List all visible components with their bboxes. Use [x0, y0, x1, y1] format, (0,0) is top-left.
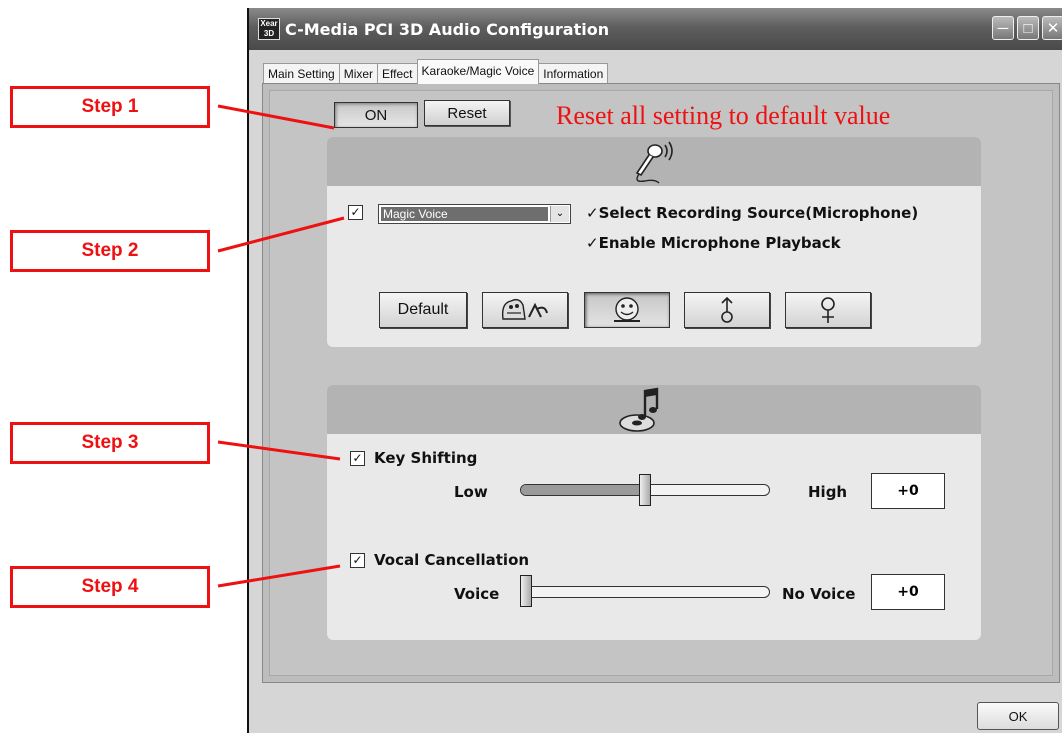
key-shifting-checkbox[interactable]: ✓	[350, 451, 365, 466]
tab-strip: Main Setting Mixer Effect Karaoke/Magic …	[263, 59, 609, 84]
tab-effect[interactable]: Effect	[377, 63, 418, 84]
step-1-callout: Step 1	[10, 86, 210, 128]
step-4-label: Step 4	[81, 576, 139, 597]
vocal-cancellation-high-label: No Voice	[782, 585, 856, 603]
reset-note: Reset all setting to default value	[556, 101, 891, 130]
vocal-cancellation-track[interactable]	[520, 586, 770, 598]
magic-voice-checkbox[interactable]: ✓	[348, 205, 363, 220]
maximize-icon: □	[1023, 19, 1033, 37]
step-1-label: Step 1	[81, 96, 139, 117]
key-shifting-slider-thumb[interactable]	[639, 474, 651, 506]
voice-panel-header	[327, 137, 981, 186]
key-shifting-low-label: Low	[454, 483, 488, 501]
vocal-cancellation-label: Vocal Cancellation	[374, 551, 530, 569]
vocal-cancellation-slider-thumb[interactable]	[520, 575, 532, 607]
enable-mic-playback-note: ✓Enable Microphone Playback	[586, 234, 841, 252]
vocal-cancellation-value: +0	[871, 574, 945, 610]
vocal-cancellation-checkbox[interactable]: ✓	[350, 553, 365, 568]
voice-effect-selected: Magic Voice	[381, 207, 548, 221]
close-icon: ✕	[1046, 20, 1060, 37]
vocal-cancellation-low-label: Voice	[454, 585, 500, 603]
maximize-button[interactable]: □	[1017, 16, 1039, 40]
tab-information[interactable]: Information	[538, 63, 609, 84]
monster-voice-button[interactable]	[482, 292, 568, 328]
music-panel-header	[327, 385, 981, 434]
cartoon-voice-icon	[614, 297, 640, 322]
tab-main-setting[interactable]: Main Setting	[263, 63, 340, 84]
step-2-callout: Step 2	[10, 230, 210, 272]
key-shifting-high-label: High	[808, 483, 848, 501]
minimize-button[interactable]: ─	[992, 16, 1014, 40]
music-disc-icon	[619, 387, 659, 432]
female-voice-icon	[821, 297, 835, 323]
key-shifting-value: +0	[871, 473, 945, 509]
close-button[interactable]: ✕	[1042, 16, 1062, 40]
chevron-down-icon[interactable]: ⌄	[550, 206, 569, 222]
window-controls: ─ □ ✕	[992, 16, 1062, 40]
female-voice-button[interactable]	[785, 292, 871, 328]
key-shifting-fill	[521, 485, 646, 495]
cartoon-voice-button[interactable]	[584, 292, 670, 328]
microphone-icon	[635, 141, 673, 184]
tab-mixer[interactable]: Mixer	[338, 63, 379, 84]
male-voice-icon	[721, 296, 733, 323]
tab-karaoke-magic-voice[interactable]: Karaoke/Magic Voice	[416, 59, 540, 84]
window-title: C-Media PCI 3D Audio Configuration	[285, 19, 610, 39]
ok-button[interactable]: OK	[977, 702, 1059, 730]
step-2-label: Step 2	[81, 240, 139, 261]
step-4-callout: Step 4	[10, 566, 210, 608]
monster-voice-icon	[501, 298, 548, 320]
reset-button[interactable]: Reset	[424, 100, 510, 126]
step-3-callout: Step 3	[10, 422, 210, 464]
on-button[interactable]: ON	[334, 102, 418, 128]
step-3-label: Step 3	[81, 432, 139, 453]
title-bar[interactable]: Xear 3D C-Media PCI 3D Audio Configurati…	[249, 8, 1062, 50]
select-recording-source-note: ✓Select Recording Source(Microphone)	[586, 204, 919, 222]
minimize-icon: ─	[997, 19, 1009, 37]
male-voice-button[interactable]	[684, 292, 770, 328]
xear-3d-app-icon: Xear 3D	[258, 18, 280, 40]
voice-effect-select[interactable]: Magic Voice ⌄	[378, 204, 571, 224]
default-voice-button[interactable]: Default	[379, 292, 467, 328]
key-shifting-label: Key Shifting	[374, 449, 478, 467]
